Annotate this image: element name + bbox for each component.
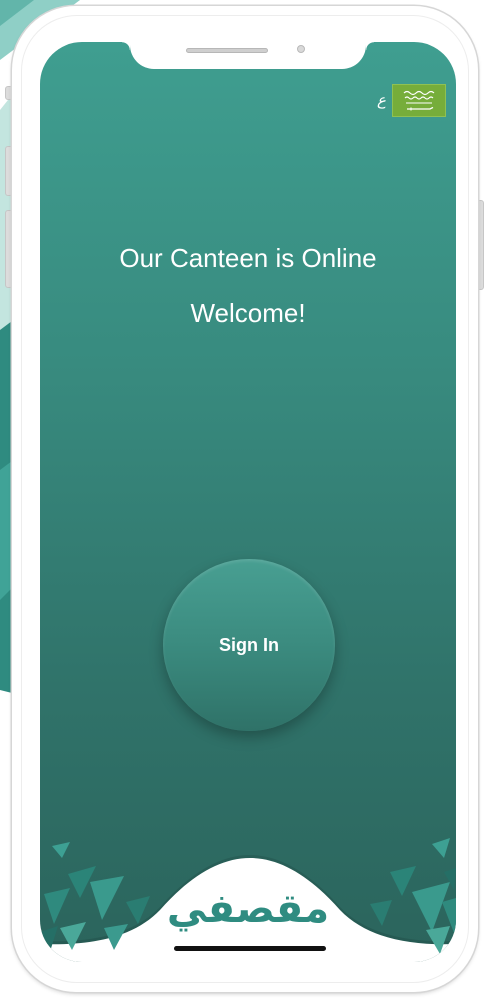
- app-screen: ع Our Canteen is Online Welcome! Sign In: [40, 42, 456, 962]
- notch: [122, 42, 374, 69]
- sign-in-label[interactable]: Sign In: [219, 635, 279, 656]
- decor-shard: [432, 838, 450, 858]
- footer-brand: مقصفي: [40, 832, 456, 962]
- language-toggle-label[interactable]: ع: [368, 84, 386, 117]
- language-toggle[interactable]: ع: [368, 84, 446, 117]
- decor-shard: [52, 842, 70, 858]
- sign-in-button[interactable]: Sign In: [163, 559, 335, 731]
- camera-icon: [297, 45, 305, 53]
- headline: Our Canteen is Online: [119, 243, 377, 273]
- welcome-text: Welcome!: [190, 298, 306, 328]
- phone-frame: ع Our Canteen is Online Welcome! Sign In: [12, 6, 478, 992]
- saudi-flag-icon[interactable]: [392, 84, 446, 117]
- home-indicator: [174, 946, 326, 951]
- app-logo: مقصفي: [166, 886, 330, 932]
- speaker-icon: [186, 48, 268, 53]
